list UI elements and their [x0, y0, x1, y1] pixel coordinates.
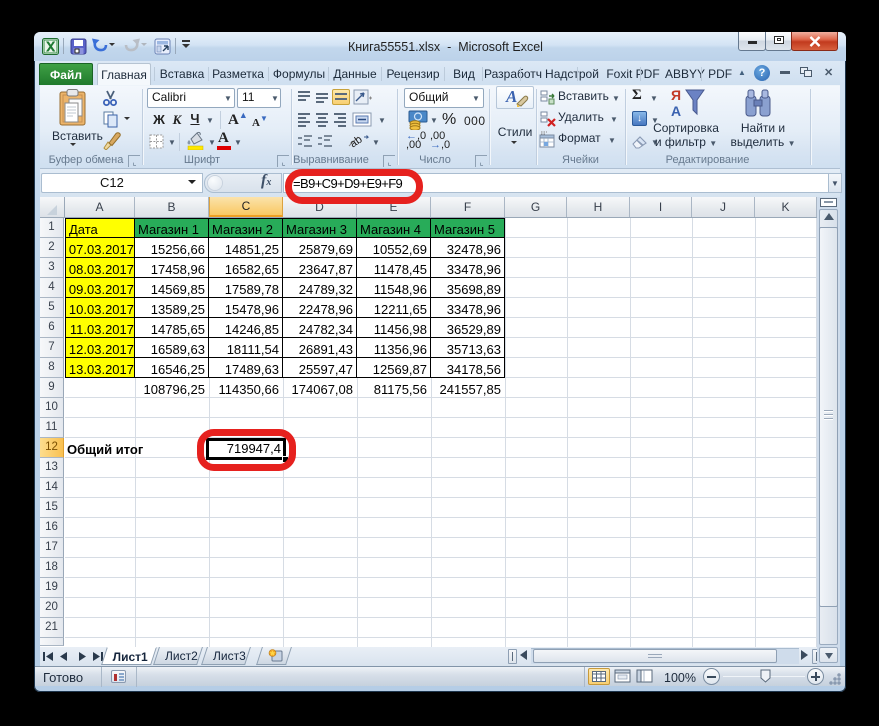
svg-text:Я: Я [671, 87, 681, 103]
svg-text:A: A [671, 103, 681, 119]
svg-text:ab: ab [348, 134, 365, 150]
